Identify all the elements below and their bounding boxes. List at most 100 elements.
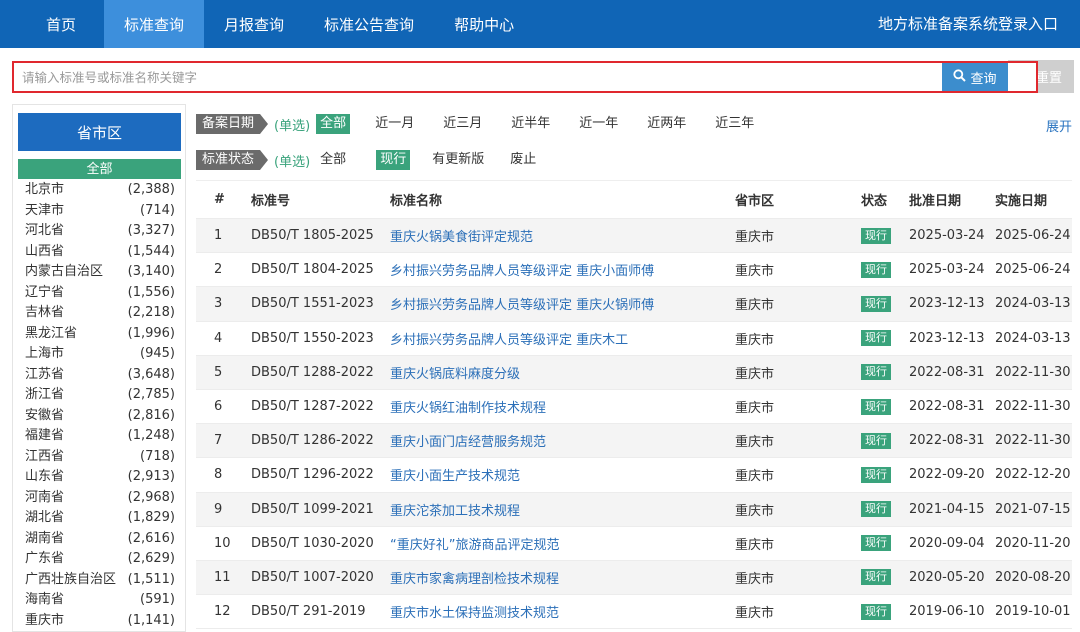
region-name: 重庆市 — [25, 612, 65, 628]
row-std-name-link[interactable]: 重庆小面门店经营服务规范 — [390, 424, 546, 457]
row-std-no: DB50/T 1286-2022 — [251, 433, 374, 449]
filter-status-option[interactable]: 有更新版 — [428, 150, 488, 170]
region-item[interactable]: 海南省 (591) — [25, 590, 175, 611]
region-count: (714) — [140, 202, 175, 218]
row-approve-date: 2025-03-24 — [909, 228, 985, 244]
row-std-no: DB50/T 1804-2025 — [251, 262, 374, 278]
table-row: 6 DB50/T 1287-2022 重庆火锅红油制作技术规程 重庆市 现行 2… — [196, 390, 1072, 425]
table-row: 4 DB50/T 1550-2023 乡村振兴劳务品牌人员等级评定 重庆木工 重… — [196, 322, 1072, 356]
region-name: 湖北省 — [25, 510, 65, 525]
table-row: 12 DB50/T 291-2019 重庆市水土保持监测技术规范 重庆市 现行 … — [196, 595, 1072, 630]
expand-link[interactable]: 展开 — [1046, 116, 1072, 135]
row-std-name-link[interactable]: 乡村振兴劳务品牌人员等级评定 重庆火锅师傅 — [390, 287, 654, 320]
region-name: 天津市 — [25, 202, 65, 218]
region-count: (1,141) — [127, 612, 175, 628]
row-std-name-link[interactable]: 乡村振兴劳务品牌人员等级评定 重庆木工 — [390, 322, 628, 355]
region-item[interactable]: 浙江省 (2,785) — [25, 385, 175, 406]
row-std-name-link[interactable]: 重庆市水土保持监测技术规范 — [390, 595, 559, 628]
row-index: 8 — [214, 467, 223, 483]
nav-home[interactable]: 首页 — [0, 0, 104, 48]
row-implement-date: 2020-11-20 — [995, 535, 1071, 551]
filter-date-option[interactable]: 全部 — [316, 114, 351, 134]
region-item[interactable]: 上海市 (945) — [25, 344, 175, 365]
row-implement-date: 2025-06-24 — [995, 262, 1071, 278]
row-index: 2 — [214, 262, 223, 278]
row-std-name-link[interactable]: 重庆沱茶加工技术规程 — [390, 493, 520, 526]
row-std-name-link[interactable]: 重庆火锅红油制作技术规程 — [390, 390, 546, 423]
status-badge: 现行 — [861, 535, 891, 552]
row-region: 重庆市 — [735, 264, 775, 280]
row-std-no: DB50/T 291-2019 — [251, 604, 366, 620]
nav-help-center[interactable]: 帮助中心 — [434, 0, 534, 48]
row-std-name-link[interactable]: 重庆小面生产技术规范 — [390, 458, 520, 491]
status-badge: 现行 — [861, 261, 891, 278]
region-count: (591) — [140, 592, 175, 607]
row-approve-date: 2023-12-13 — [909, 330, 985, 346]
region-item[interactable]: 湖北省 (1,829) — [25, 508, 175, 529]
nav-standard-query[interactable]: 标准查询 — [104, 0, 205, 48]
nav-monthly-report[interactable]: 月报查询 — [204, 0, 304, 48]
row-std-no: DB50/T 1030-2020 — [251, 535, 374, 551]
region-item[interactable]: 天津市 (714) — [25, 201, 175, 222]
region-item[interactable]: 吉林省 (2,218) — [25, 303, 175, 324]
region-item[interactable]: 安徽省 (2,816) — [25, 406, 175, 427]
region-name: 湖南省 — [25, 530, 65, 546]
row-approve-date: 2022-09-20 — [909, 467, 985, 483]
region-item[interactable]: 重庆市 (1,141) — [25, 611, 175, 632]
region-item[interactable]: 山东省 (2,913) — [25, 467, 175, 488]
login-link[interactable]: 地方标准备案系统登录入口 — [878, 0, 1080, 49]
region-item[interactable]: 内蒙古自治区 (3,140) — [25, 262, 175, 283]
region-item[interactable]: 北京市 (2,388) — [25, 180, 175, 201]
row-region: 重庆市 — [735, 469, 775, 485]
row-std-name-link[interactable]: 重庆火锅底料麻度分级 — [390, 356, 520, 389]
row-region: 重庆市 — [735, 537, 775, 553]
row-std-no: DB50/T 1007-2020 — [251, 569, 374, 585]
region-item[interactable]: 江西省 (718) — [25, 447, 175, 468]
filter-date-option[interactable]: 近一月 — [371, 114, 418, 134]
region-item[interactable]: 湖南省 (2,616) — [25, 529, 175, 550]
row-std-no: DB50/T 1287-2022 — [251, 399, 374, 415]
status-badge: 现行 — [861, 432, 891, 449]
filter-date-option[interactable]: 近三月 — [439, 114, 486, 134]
region-name: 江苏省 — [25, 366, 65, 382]
region-item[interactable]: 辽宁省 (1,556) — [25, 283, 175, 304]
row-implement-date: 2024-03-13 — [995, 296, 1071, 312]
row-region: 重庆市 — [735, 401, 775, 417]
nav-announcement-query[interactable]: 标准公告查询 — [304, 0, 434, 48]
region-count: (718) — [140, 448, 175, 464]
status-badge: 现行 — [861, 364, 891, 381]
region-name: 内蒙古自治区 — [25, 264, 104, 279]
row-std-name-link[interactable]: “重庆好礼”旅游商品评定规范 — [390, 527, 559, 560]
region-count: (2,913) — [127, 469, 175, 484]
region-name: 福建省 — [25, 428, 65, 443]
region-name: 山东省 — [25, 469, 65, 484]
region-item[interactable]: 山西省 (1,544) — [25, 242, 175, 263]
region-item[interactable]: 黑龙江省 (1,996) — [25, 324, 175, 345]
search-button[interactable]: 查询 — [942, 63, 1008, 91]
row-std-name-link[interactable]: 重庆市家禽病理剖检技术规程 — [390, 561, 559, 594]
filter-date-option[interactable]: 近三年 — [711, 114, 758, 134]
region-item[interactable]: 河北省 (3,327) — [25, 221, 175, 242]
region-item[interactable]: 广西壮族自治区 (1,511) — [25, 570, 175, 591]
region-item[interactable]: 江苏省 (3,648) — [25, 365, 175, 386]
row-std-name-link[interactable]: 乡村振兴劳务品牌人员等级评定 重庆小面师傅 — [390, 253, 654, 286]
region-count: (1,544) — [127, 243, 175, 259]
filter-status-option[interactable]: 废止 — [506, 150, 540, 170]
row-std-name-link[interactable]: 重庆火锅美食街评定规范 — [390, 219, 533, 252]
row-approve-date: 2021-04-15 — [909, 501, 985, 517]
filter-date-option[interactable]: 近两年 — [643, 114, 690, 134]
region-item[interactable]: 广东省 (2,629) — [25, 549, 175, 570]
region-item[interactable]: 福建省 (1,248) — [25, 426, 175, 447]
filter-status-option[interactable]: 全部 — [316, 150, 350, 170]
search-input[interactable] — [16, 65, 940, 89]
row-index: 1 — [214, 228, 223, 244]
sidebar-all-button[interactable]: 全部 — [18, 159, 181, 179]
table-row: 7 DB50/T 1286-2022 重庆小面门店经营服务规范 重庆市 现行 2… — [196, 424, 1072, 459]
filter-date-option[interactable]: 近一年 — [575, 114, 622, 134]
filter-status-option[interactable]: 现行 — [376, 150, 411, 170]
reset-label: 重置 — [1036, 71, 1063, 86]
region-item[interactable]: 河南省 (2,968) — [25, 488, 175, 509]
filter-date-option[interactable]: 近半年 — [507, 114, 554, 134]
row-implement-date: 2022-11-30 — [995, 364, 1071, 380]
row-index: 11 — [214, 569, 231, 585]
